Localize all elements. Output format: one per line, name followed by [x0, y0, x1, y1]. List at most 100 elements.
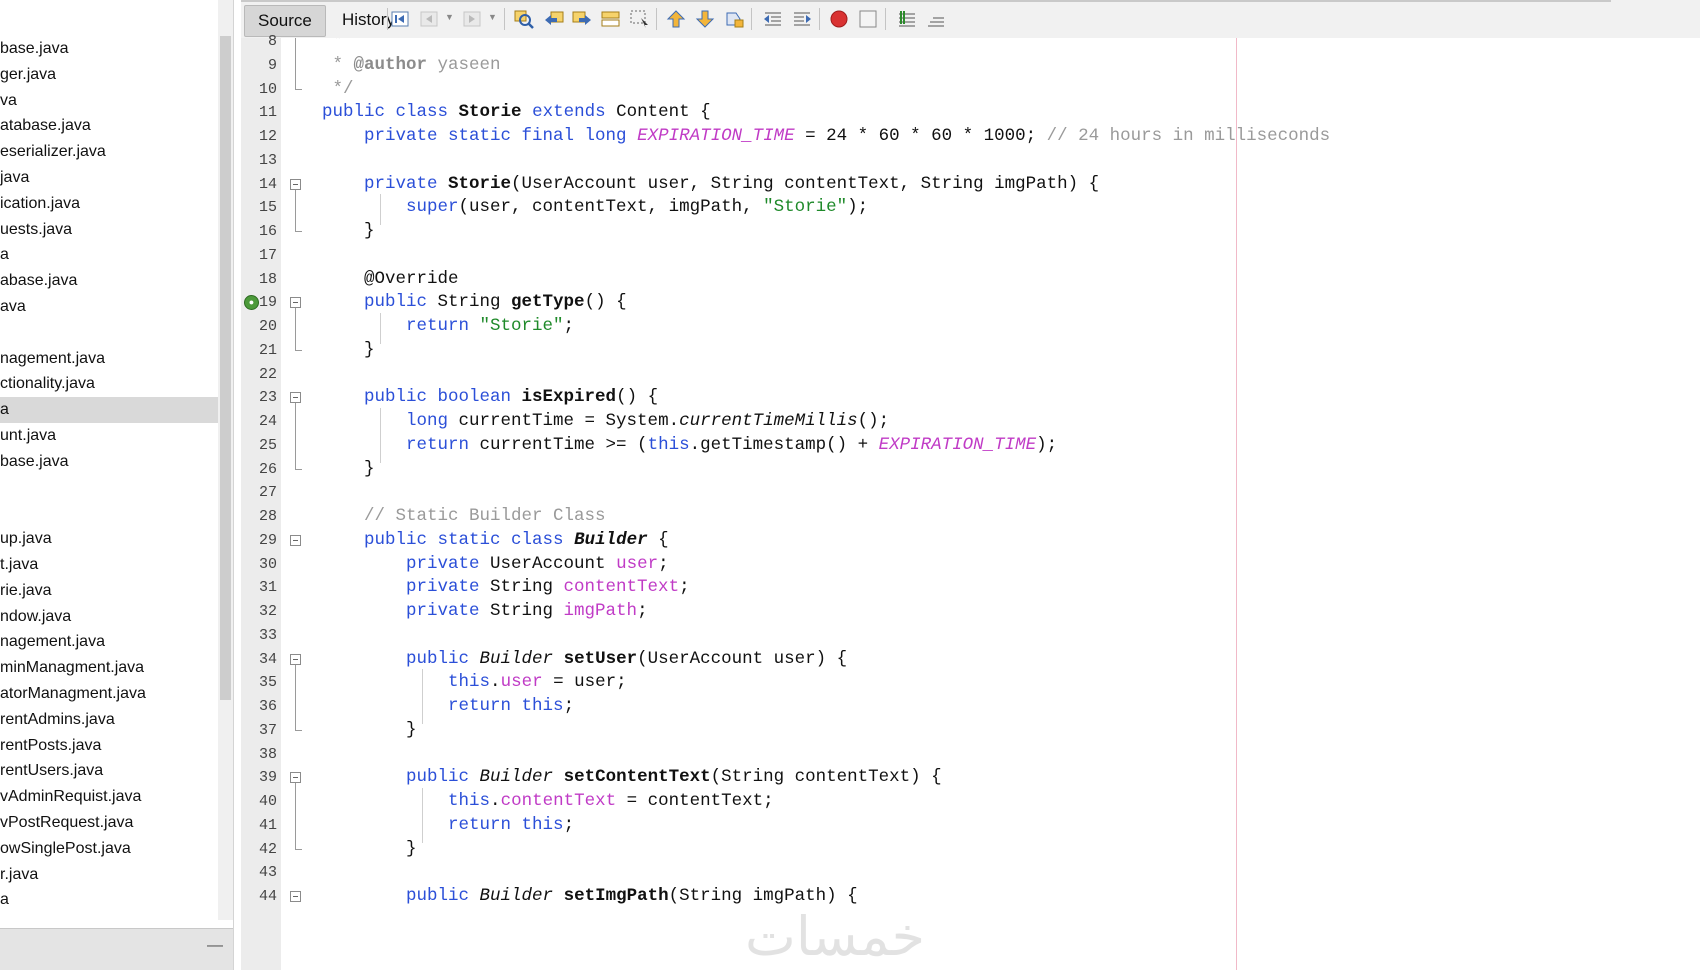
start-macro-icon[interactable]: [828, 9, 850, 29]
tree-file-item[interactable]: ctionality.java: [0, 371, 218, 397]
code-line[interactable]: }: [322, 338, 375, 364]
code-line[interactable]: * @author yaseen: [322, 53, 501, 79]
tree-file-item[interactable]: base.java: [0, 36, 218, 62]
line-number: 28: [258, 508, 277, 525]
tree-file-item[interactable]: a: [0, 242, 218, 268]
tree-file-item[interactable]: eserializer.java: [0, 139, 218, 165]
code-line[interactable]: public static class Builder {: [322, 528, 669, 554]
code-line[interactable]: }: [322, 837, 417, 863]
last-edit-icon[interactable]: [389, 9, 411, 29]
tree-file-item[interactable]: rentPosts.java: [0, 733, 218, 759]
code-line[interactable]: this.contentText = contentText;: [322, 789, 774, 815]
tree-file-item[interactable]: java: [0, 165, 218, 191]
code-line[interactable]: return this;: [322, 813, 574, 839]
code-line[interactable]: private static final long EXPIRATION_TIM…: [322, 124, 1330, 150]
tree-file-item[interactable]: ndow.java: [0, 604, 218, 630]
forward-icon[interactable]: [461, 9, 483, 29]
fold-collapse-icon[interactable]: [290, 392, 301, 404]
tree-file-item[interactable]: nagement.java: [0, 346, 218, 372]
code-token: String: [437, 292, 512, 313]
tree-file-item[interactable]: abase.java: [0, 268, 218, 294]
line-number: 22: [258, 365, 277, 383]
back-dropdown-icon[interactable]: ▼: [445, 12, 454, 22]
tree-file-item[interactable]: va: [0, 88, 218, 114]
find-selection-icon[interactable]: [513, 9, 535, 29]
tree-file-item[interactable]: [0, 500, 218, 526]
code-line[interactable]: private UserAccount user;: [322, 552, 669, 578]
code-line[interactable]: private String contentText;: [322, 575, 690, 601]
tree-file-item[interactable]: minManagment.java: [0, 655, 218, 681]
shift-left-icon[interactable]: [762, 9, 784, 29]
code-token: imgPath: [563, 601, 638, 621]
tree-file-item[interactable]: vAdminRequist.java: [0, 784, 218, 810]
shift-right-icon[interactable]: [791, 9, 813, 29]
code-line[interactable]: }: [322, 457, 375, 483]
tree-file-item[interactable]: a: [0, 887, 218, 913]
code-line[interactable]: @Override: [322, 267, 459, 293]
comment-icon[interactable]: [896, 9, 918, 29]
tree-file-item[interactable]: unt.java: [0, 423, 218, 449]
back-icon[interactable]: [418, 9, 440, 29]
code-line[interactable]: long currentTime = System.currentTimeMil…: [322, 409, 889, 435]
tree-file-item[interactable]: ger.java: [0, 62, 218, 88]
previous-bookmark-icon[interactable]: [665, 9, 687, 29]
tree-file-item[interactable]: r.java: [0, 862, 218, 888]
toggle-bookmark-icon[interactable]: [723, 9, 745, 29]
tree-scrollbar[interactable]: [218, 0, 233, 920]
code-token: ;: [658, 553, 669, 574]
tree-file-item[interactable]: ication.java: [0, 191, 218, 217]
code-line[interactable]: return currentTime >= (this.getTimestamp…: [322, 433, 1057, 459]
stop-macro-icon[interactable]: [857, 9, 879, 29]
code-line[interactable]: public Builder setUser(UserAccount user)…: [322, 647, 847, 673]
code-area[interactable]: * * @author yaseen */public class Storie…: [315, 38, 1700, 970]
tree-file-item[interactable]: [0, 475, 218, 501]
tree-file-item[interactable]: rentAdmins.java: [0, 707, 218, 733]
forward-dropdown-icon[interactable]: ▼: [488, 12, 497, 22]
tree-file-item[interactable]: owSinglePost.java: [0, 836, 218, 862]
minimize-button[interactable]: —: [207, 937, 223, 955]
tree-file-item[interactable]: rie.java: [0, 578, 218, 604]
tree-file-item[interactable]: t.java: [0, 552, 218, 578]
code-line[interactable]: public Builder setContentText(String con…: [322, 765, 942, 791]
code-line[interactable]: return "Storie";: [322, 314, 574, 340]
tree-file-item[interactable]: uests.java: [0, 217, 218, 243]
tree-file-item[interactable]: rentUsers.java: [0, 758, 218, 784]
tree-file-item[interactable]: atabase.java: [0, 113, 218, 139]
fold-collapse-icon[interactable]: [290, 178, 301, 190]
code-line[interactable]: private Storie(UserAccount user, String …: [322, 172, 1099, 198]
code-token: currentTimeMillis: [679, 411, 858, 431]
tree-file-item[interactable]: base.java: [0, 449, 218, 475]
tree-file-item[interactable]: nagement.java: [0, 629, 218, 655]
code-line[interactable]: public String getType() {: [322, 290, 627, 316]
code-line[interactable]: }: [322, 718, 417, 744]
tree-file-item[interactable]: up.java: [0, 526, 218, 552]
code-line[interactable]: private String imgPath;: [322, 599, 648, 625]
uncomment-icon[interactable]: [925, 9, 947, 29]
next-bookmark-icon[interactable]: [694, 9, 716, 29]
tree-file-item[interactable]: ava: [0, 294, 218, 320]
toggle-rect-selection-icon[interactable]: [629, 9, 651, 29]
code-token: ;: [563, 814, 575, 835]
toggle-highlight-icon[interactable]: [600, 9, 622, 29]
tree-file-item[interactable]: atorManagment.java: [0, 681, 218, 707]
fold-collapse-icon[interactable]: [290, 297, 301, 309]
code-line[interactable]: // Static Builder Class: [322, 504, 606, 530]
tree-file-item[interactable]: vPostRequest.java: [0, 810, 218, 836]
code-line[interactable]: }: [322, 219, 375, 245]
code-line[interactable]: */: [322, 77, 354, 103]
code-line[interactable]: this.user = user;: [322, 670, 627, 696]
code-token: user: [500, 672, 543, 693]
tree-file-item[interactable]: a: [0, 397, 218, 423]
fold-collapse-icon[interactable]: [290, 534, 301, 546]
code-line[interactable]: public class Storie extends Content {: [322, 100, 711, 126]
code-line[interactable]: public boolean isExpired() {: [322, 385, 658, 411]
code-token: @author: [353, 54, 428, 75]
find-previous-icon[interactable]: [543, 9, 565, 29]
tree-file-item[interactable]: [0, 320, 218, 346]
code-token: }: [322, 838, 417, 859]
code-line[interactable]: return this;: [322, 694, 574, 720]
code-token: @Override: [322, 268, 459, 289]
code-line[interactable]: super(user, contentText, imgPath, "Stori…: [322, 195, 868, 221]
tree-scrollbar-thumb[interactable]: [220, 36, 231, 700]
find-next-icon[interactable]: [571, 9, 593, 29]
